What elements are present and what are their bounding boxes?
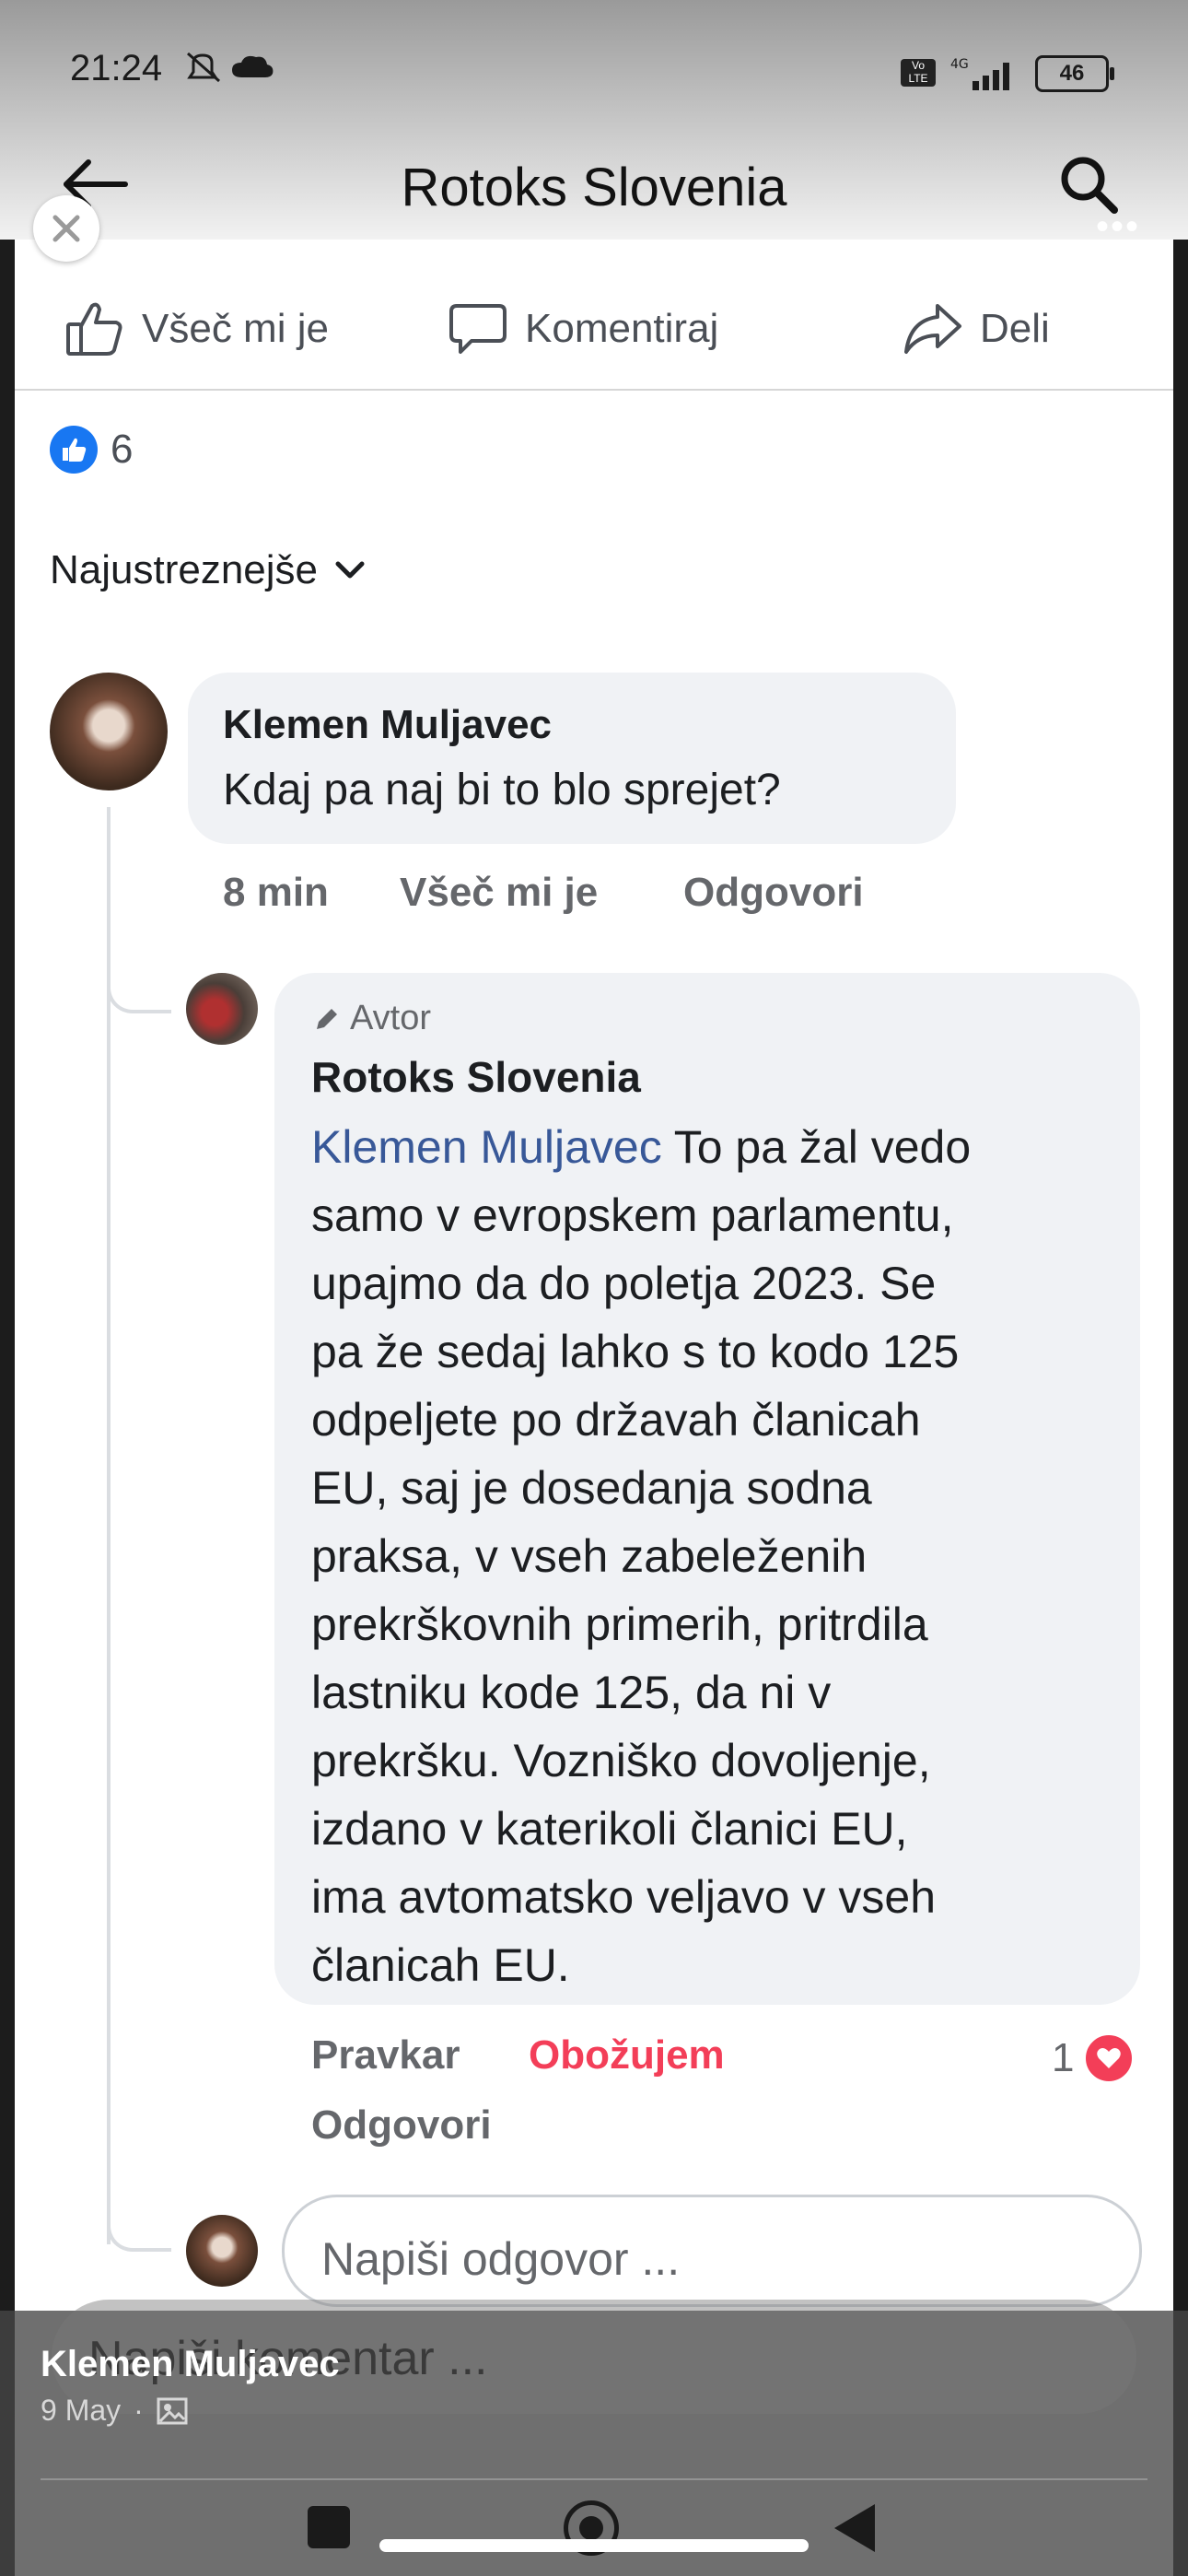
reply-reaction-count: 1 xyxy=(1052,2035,1075,2080)
comment-time: 8 min xyxy=(223,870,329,915)
author-badge: Avtor xyxy=(313,999,431,1038)
comment-author[interactable]: Klemen Muljavec xyxy=(223,702,552,748)
app-header: Rotoks Slovenia xyxy=(0,138,1188,240)
reply-text-block: Klemen Muljavec To pa žal vedo samo v ev… xyxy=(311,1113,1122,1999)
comment-button[interactable]: Komentiraj xyxy=(448,299,718,359)
status-time: 21:24 xyxy=(70,48,163,88)
battery-icon: 46 xyxy=(1035,55,1114,92)
thread-connector-reply-input xyxy=(107,2193,171,2252)
thread-connector xyxy=(107,958,171,1013)
heart-icon xyxy=(1083,2032,1136,2084)
comment-reply-button[interactable]: Odgovori xyxy=(683,870,864,916)
sort-label: Najustreznejše xyxy=(50,547,319,592)
avatar[interactable] xyxy=(50,673,168,790)
nav-back-icon[interactable] xyxy=(834,2504,875,2552)
reply-reaction-summary[interactable]: 1 xyxy=(1052,2032,1136,2084)
page-title: Rotoks Slovenia xyxy=(401,158,787,217)
photo-album-icon xyxy=(157,2397,188,2424)
reply-bubble: Avtor Rotoks Slovenia Klemen Muljavec To… xyxy=(274,973,1140,2005)
close-button[interactable] xyxy=(33,195,99,262)
comment-bubble: Klemen Muljavec Kdaj pa naj bi to blo sp… xyxy=(188,673,956,844)
status-notification-icons xyxy=(184,50,285,95)
thumbs-up-icon xyxy=(66,302,122,356)
like-button[interactable]: Všeč mi je xyxy=(64,299,329,359)
gesture-handle[interactable] xyxy=(379,2539,809,2552)
reply-input-placeholder: Napiši odgovor ... xyxy=(321,2233,681,2285)
pencil-icon xyxy=(317,1008,337,1029)
comment-text: Kdaj pa naj bi to blo sprejet? xyxy=(223,766,781,814)
reactions-summary[interactable]: 6 xyxy=(50,426,133,474)
current-user-avatar xyxy=(186,2215,258,2287)
mute-and-cloud-icon xyxy=(187,52,274,83)
svg-text:4G: 4G xyxy=(950,57,969,72)
reply-text: To pa žal vedo samo v evropskem parlamen… xyxy=(311,1121,972,1991)
signal-icon: 4G xyxy=(950,57,1009,90)
reply-avatar[interactable] xyxy=(186,973,258,1045)
reply-time: Pravkar xyxy=(311,2032,460,2078)
thread-line xyxy=(107,807,111,2244)
status-bar: 21:24 Vo LTE 4G 46 xyxy=(0,37,1188,111)
volte-icon: Vo LTE xyxy=(901,59,936,87)
system-navigation-bar xyxy=(0,2478,1188,2576)
share-button[interactable]: Deli xyxy=(903,299,1050,359)
more-options-icon[interactable]: ••• xyxy=(1096,208,1142,245)
chevron-down-icon xyxy=(335,561,365,579)
reaction-count: 6 xyxy=(111,427,134,472)
overlay-date: 9 May xyxy=(41,2394,122,2427)
like-reaction-icon xyxy=(50,426,98,474)
comment-sort-dropdown[interactable]: Najustreznejše xyxy=(50,547,366,593)
overlay-author[interactable]: Klemen Muljavec xyxy=(41,2344,340,2385)
recent-apps-icon[interactable] xyxy=(308,2506,350,2548)
comment-like-button[interactable]: Všeč mi je xyxy=(400,870,598,916)
comment-bubble-icon xyxy=(449,304,507,354)
overlay-date-row: 9 May · xyxy=(41,2394,188,2428)
actions-divider xyxy=(15,389,1173,391)
like-label: Všeč mi je xyxy=(142,306,329,351)
share-arrow-icon xyxy=(904,304,961,354)
share-label: Deli xyxy=(980,306,1050,351)
comment-label: Komentiraj xyxy=(525,306,719,351)
separator-dot: · xyxy=(134,2394,144,2427)
reply-input[interactable]: Napiši odgovor ... xyxy=(282,2195,1142,2307)
post-actions-bar: Všeč mi je Komentiraj Deli xyxy=(0,276,1188,387)
close-icon xyxy=(52,215,80,242)
author-badge-label: Avtor xyxy=(350,999,432,1037)
mention-link[interactable]: Klemen Muljavec xyxy=(311,1121,662,1173)
reply-author[interactable]: Rotoks Slovenia xyxy=(311,1052,641,1102)
reply-love-button[interactable]: Obožujem xyxy=(529,2032,725,2078)
reply-reply-button[interactable]: Odgovori xyxy=(311,2102,492,2149)
